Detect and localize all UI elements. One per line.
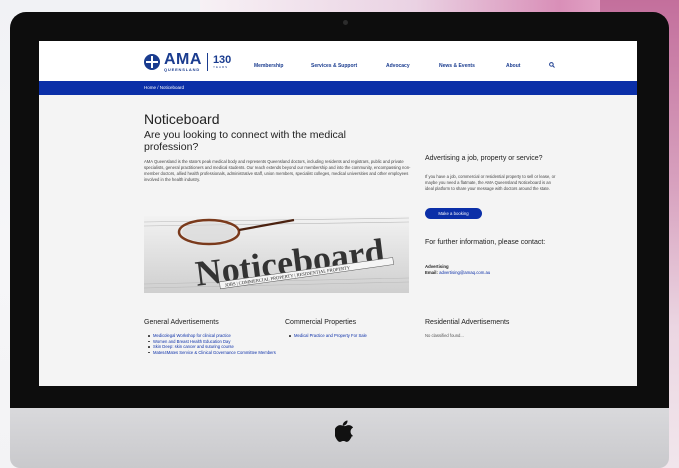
ama-logo[interactable]: AMA QUEENSLAND 130 YEARS	[144, 52, 231, 72]
nav-advocacy[interactable]: Advocacy	[386, 63, 410, 69]
search-icon[interactable]	[549, 62, 555, 68]
nav-about[interactable]: About	[506, 63, 520, 69]
logo-divider	[206, 53, 208, 71]
commercial-properties-list: Medical Practice and Property For Sale	[287, 333, 417, 339]
breadcrumb[interactable]: Home / Noticeboard	[144, 85, 184, 90]
contact-name: Advertising	[425, 264, 449, 269]
logo-wordmark: AMA QUEENSLAND	[164, 52, 202, 72]
logo-anniversary: 130 YEARS	[213, 55, 231, 69]
top-nav: AMA QUEENSLAND 130 YEARS Membership Serv…	[39, 41, 637, 81]
residential-empty-text: No classified found...	[425, 333, 464, 338]
noticeboard-illustration: Noticeboard JOBS | COMMERCIAL PROPERTY |…	[144, 216, 409, 293]
main-content: Noticeboard Are you looking to connect w…	[39, 95, 637, 386]
make-booking-button[interactable]: Make a booking	[425, 208, 482, 219]
advertising-text: If you have a job, commercial or residen…	[425, 174, 556, 191]
list-item[interactable]: Medical Practice and Property For Sale	[287, 333, 417, 339]
noticeboard-image: Noticeboard JOBS | COMMERCIAL PROPERTY |…	[144, 216, 409, 293]
residential-ads-heading: Residential Advertisements	[425, 319, 510, 326]
nav-membership[interactable]: Membership	[254, 63, 283, 69]
nav-services-support[interactable]: Services & Support	[311, 63, 357, 69]
website-screen: AMA QUEENSLAND 130 YEARS Membership Serv…	[39, 41, 637, 386]
further-info-heading: For further information, please contact:	[425, 239, 546, 246]
page-subtitle: Are you looking to connect with the medi…	[144, 129, 346, 153]
commercial-properties-heading: Commercial Properties	[285, 319, 357, 326]
nav-news-events[interactable]: News & Events	[439, 63, 475, 69]
advertising-heading: Advertising a job, property or service?	[425, 155, 543, 162]
ama-cross-icon	[144, 54, 160, 70]
breadcrumb-bar: Home / Noticeboard	[39, 81, 637, 95]
contact-email-link[interactable]: advertising@amaq.com.au	[439, 270, 490, 275]
intro-paragraph: AMA Queensland is the state's peak medic…	[144, 159, 411, 182]
contact-email-label: Email:	[425, 270, 438, 275]
general-ads-heading: General Advertisements	[144, 319, 219, 326]
camera-icon	[343, 20, 348, 25]
apple-logo-icon	[335, 420, 353, 442]
logo-text: AMA	[164, 51, 202, 68]
contact-email-row: Email: advertising@amaq.com.au	[425, 270, 490, 275]
general-ads-list: Medicolegal Workshop for clinical practi…	[146, 333, 286, 355]
list-item[interactable]: Mates4Mates Service & Clinical Governanc…	[146, 350, 286, 356]
page-title: Noticeboard	[144, 111, 220, 127]
logo-years-label: YEARS	[212, 65, 229, 69]
logo-subtext: QUEENSLAND	[164, 67, 201, 72]
